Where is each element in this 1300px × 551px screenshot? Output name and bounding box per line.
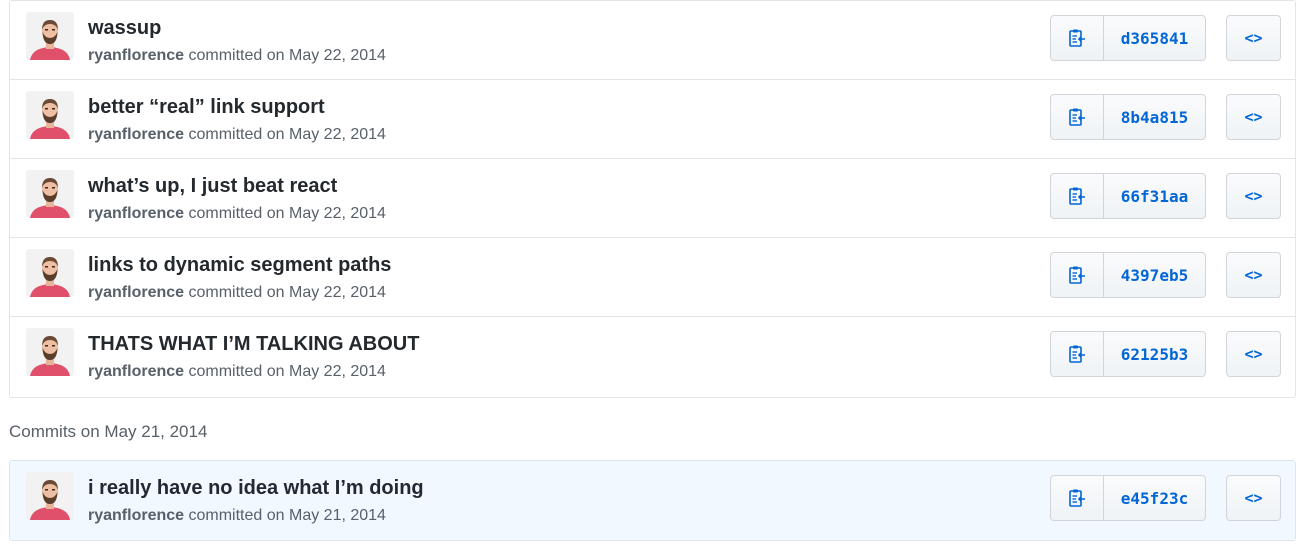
code-icon: <>	[1244, 345, 1263, 363]
commit-verb: committed on	[188, 47, 285, 64]
copy-sha-button[interactable]	[1051, 253, 1104, 297]
sha-button-group: 62125b3	[1050, 331, 1206, 377]
commit-date: May 22, 2014	[289, 126, 386, 143]
commit-verb: committed on	[188, 126, 285, 143]
commit-row: better “real” link support ryanflorence …	[10, 80, 1295, 159]
commit-date: May 21, 2014	[289, 507, 386, 524]
commit-row: wassup ryanflorence committed on May 22,…	[10, 1, 1295, 80]
commit-meta: ryanflorence committed on May 22, 2014	[88, 47, 386, 65]
commit-author-link[interactable]: ryanflorence	[88, 284, 184, 301]
browse-repo-button[interactable]: <>	[1226, 94, 1281, 140]
commit-author-link[interactable]: ryanflorence	[88, 126, 184, 143]
avatar-image	[26, 249, 74, 297]
copy-sha-button[interactable]	[1051, 16, 1104, 60]
code-icon: <>	[1244, 108, 1263, 126]
commit-title-link[interactable]: THATS WHAT I’M TALKING ABOUT	[88, 333, 419, 356]
author-avatar[interactable]	[26, 170, 74, 218]
commit-author-link[interactable]: ryanflorence	[88, 363, 184, 380]
commit-date: May 22, 2014	[289, 205, 386, 222]
author-avatar[interactable]	[26, 12, 74, 60]
browse-repo-button[interactable]: <>	[1226, 475, 1281, 521]
commit-title-link[interactable]: what’s up, I just beat react	[88, 175, 337, 198]
avatar-image	[26, 328, 74, 376]
author-avatar[interactable]	[26, 249, 74, 297]
avatar-image	[26, 91, 74, 139]
avatar-image	[26, 472, 74, 520]
commit-row: i really have no idea what I’m doing rya…	[10, 461, 1295, 540]
commit-verb: committed on	[188, 363, 285, 380]
commit-sha-link[interactable]: 66f31aa	[1104, 174, 1205, 218]
commit-day-header: Commits on May 21, 2014	[9, 422, 208, 441]
commit-row: links to dynamic segment paths ryanflore…	[10, 238, 1295, 317]
clippy-icon	[1069, 345, 1085, 363]
commit-meta: ryanflorence committed on May 22, 2014	[88, 363, 386, 381]
clippy-icon	[1069, 266, 1085, 284]
author-avatar[interactable]	[26, 472, 74, 520]
commit-author-link[interactable]: ryanflorence	[88, 47, 184, 64]
copy-sha-button[interactable]	[1051, 174, 1104, 218]
commit-title-link[interactable]: links to dynamic segment paths	[88, 254, 391, 277]
code-icon: <>	[1244, 187, 1263, 205]
commit-row: what’s up, I just beat react ryanflorenc…	[10, 159, 1295, 238]
author-avatar[interactable]	[26, 91, 74, 139]
commit-row: THATS WHAT I’M TALKING ABOUT ryanflorenc…	[10, 317, 1295, 396]
commit-author-link[interactable]: ryanflorence	[88, 507, 184, 524]
clippy-icon	[1069, 489, 1085, 507]
copy-sha-button[interactable]	[1051, 476, 1104, 520]
sha-button-group: e45f23c	[1050, 475, 1206, 521]
commit-sha-link[interactable]: 4397eb5	[1104, 253, 1205, 297]
commit-title-link[interactable]: i really have no idea what I’m doing	[88, 477, 424, 500]
commit-date: May 22, 2014	[289, 363, 386, 380]
clippy-icon	[1069, 187, 1085, 205]
commit-meta: ryanflorence committed on May 22, 2014	[88, 126, 386, 144]
commit-meta: ryanflorence committed on May 22, 2014	[88, 205, 386, 223]
browse-repo-button[interactable]: <>	[1226, 331, 1281, 377]
commit-date: May 22, 2014	[289, 284, 386, 301]
commit-meta: ryanflorence committed on May 21, 2014	[88, 507, 386, 525]
browse-repo-button[interactable]: <>	[1226, 252, 1281, 298]
clippy-icon	[1069, 108, 1085, 126]
avatar-image	[26, 170, 74, 218]
code-icon: <>	[1244, 489, 1263, 507]
commit-verb: committed on	[188, 284, 285, 301]
clippy-icon	[1069, 29, 1085, 47]
code-icon: <>	[1244, 29, 1263, 47]
commit-verb: committed on	[188, 205, 285, 222]
sha-button-group: d365841	[1050, 15, 1206, 61]
author-avatar[interactable]	[26, 328, 74, 376]
commit-verb: committed on	[188, 507, 285, 524]
browse-repo-button[interactable]: <>	[1226, 15, 1281, 61]
commit-sha-link[interactable]: 62125b3	[1104, 332, 1205, 376]
avatar-image	[26, 12, 74, 60]
browse-repo-button[interactable]: <>	[1226, 173, 1281, 219]
commit-author-link[interactable]: ryanflorence	[88, 205, 184, 222]
commit-title-link[interactable]: better “real” link support	[88, 96, 325, 119]
commit-sha-link[interactable]: d365841	[1104, 16, 1205, 60]
code-icon: <>	[1244, 266, 1263, 284]
sha-button-group: 8b4a815	[1050, 94, 1206, 140]
copy-sha-button[interactable]	[1051, 95, 1104, 139]
commit-date: May 22, 2014	[289, 47, 386, 64]
commit-sha-link[interactable]: e45f23c	[1104, 476, 1205, 520]
copy-sha-button[interactable]	[1051, 332, 1104, 376]
sha-button-group: 4397eb5	[1050, 252, 1206, 298]
commit-sha-link[interactable]: 8b4a815	[1104, 95, 1205, 139]
commit-meta: ryanflorence committed on May 22, 2014	[88, 284, 386, 302]
sha-button-group: 66f31aa	[1050, 173, 1206, 219]
commit-group-may-21: i really have no idea what I’m doing rya…	[9, 460, 1296, 541]
commit-title-link[interactable]: wassup	[88, 17, 161, 40]
commit-group-may-22: wassup ryanflorence committed on May 22,…	[9, 0, 1296, 398]
